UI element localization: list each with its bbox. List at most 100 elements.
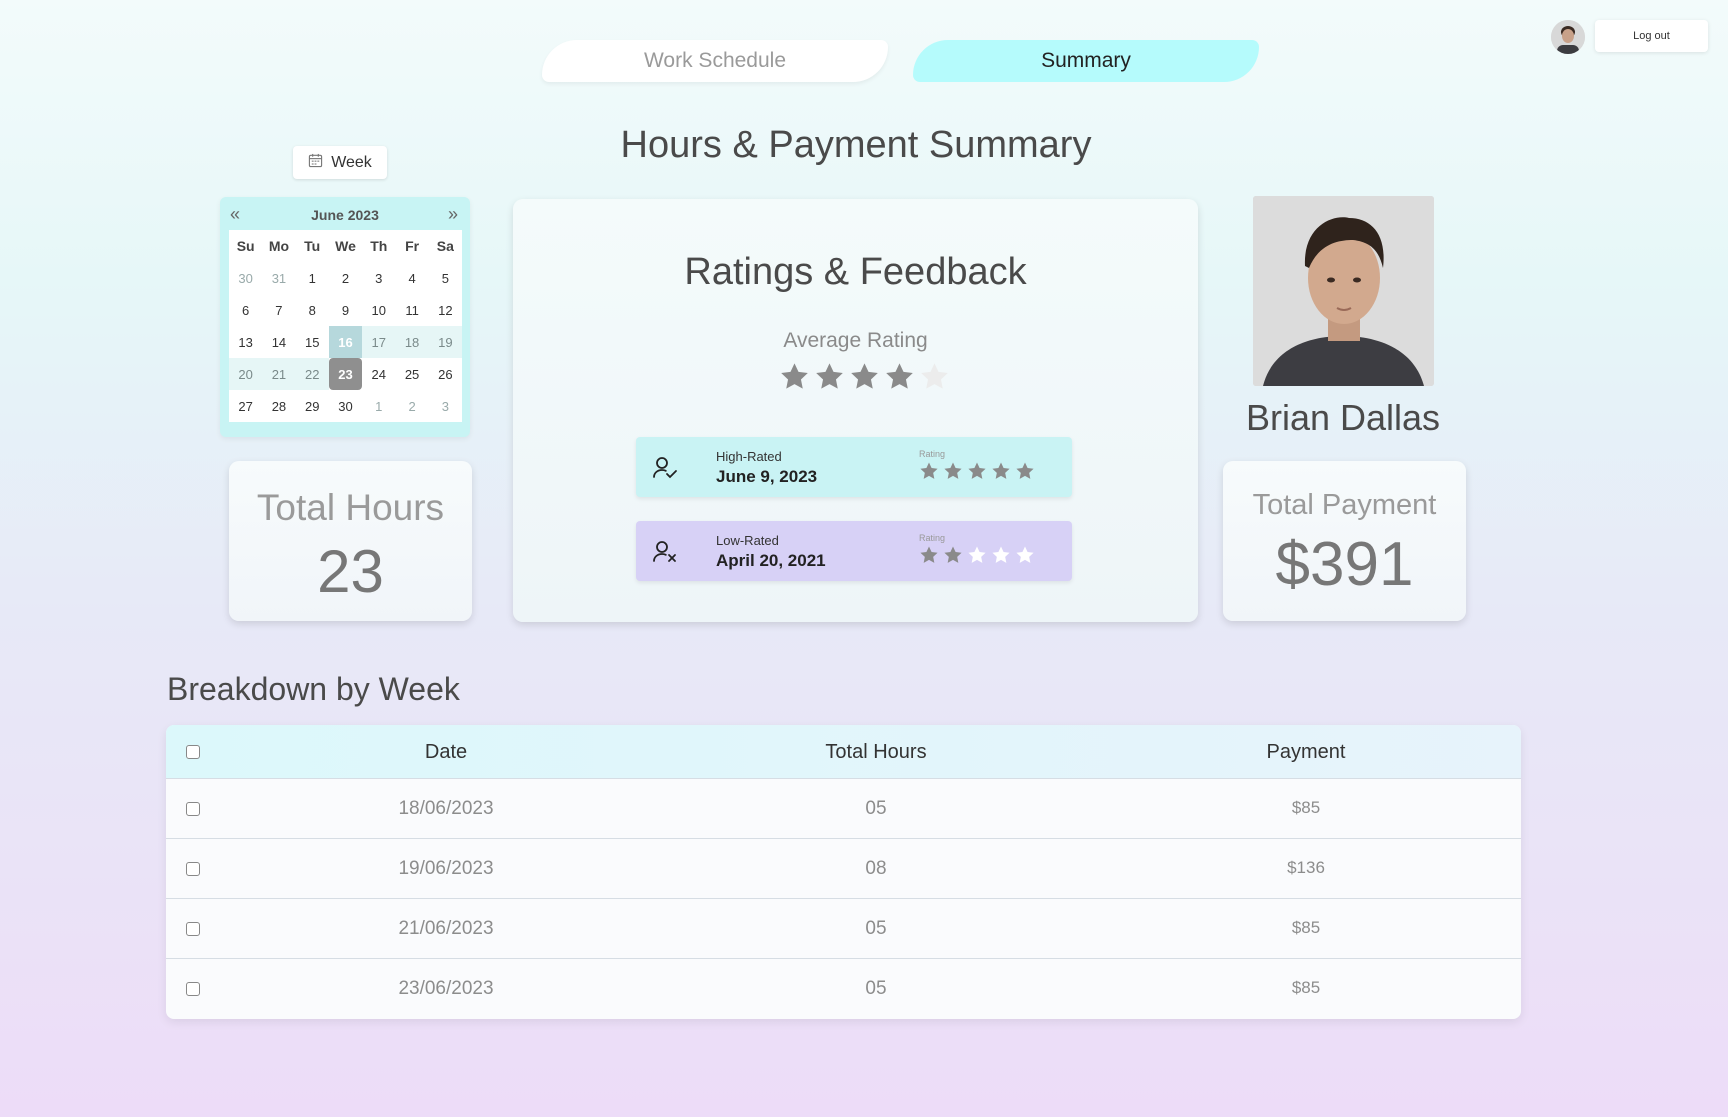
star-filled-icon <box>943 545 963 570</box>
calendar-day[interactable]: 11 <box>395 294 428 326</box>
next-month-icon[interactable]: » <box>448 204 458 225</box>
high-rated-card[interactable]: High-Rated June 9, 2023 Rating <box>636 437 1072 497</box>
table-row[interactable]: 18/06/2023 05 $85 <box>166 779 1521 839</box>
row-hours: 08 <box>865 858 887 879</box>
week-button-label: Week <box>331 153 372 171</box>
page-title: Hours & Payment Summary <box>620 124 1092 166</box>
calendar-day[interactable]: 27 <box>229 390 262 422</box>
low-rated-date: April 20, 2021 <box>716 551 826 570</box>
row-hours: 05 <box>865 918 887 939</box>
calendar-day[interactable]: 18 <box>395 326 429 358</box>
week-button[interactable]: Week <box>293 146 387 179</box>
calendar-day[interactable]: 30 <box>229 262 262 294</box>
calendar-day[interactable]: 2 <box>329 262 362 294</box>
calendar-day[interactable]: 6 <box>229 294 262 326</box>
tab-summary[interactable]: Summary <box>913 40 1259 82</box>
calendar-day[interactable]: 30 <box>329 390 362 422</box>
high-rated-label: High-Rated <box>716 449 782 464</box>
total-payment-card: Total Payment $391 <box>1223 461 1466 621</box>
table-row[interactable]: 21/06/2023 05 $85 <box>166 899 1521 959</box>
star-filled-icon <box>967 461 987 486</box>
calendar-day[interactable]: 13 <box>229 326 262 358</box>
calendar-day[interactable]: 25 <box>395 358 428 390</box>
calendar-day-header: Th <box>370 238 388 254</box>
calendar-day[interactable]: 21 <box>262 358 296 390</box>
star-empty-icon <box>1015 545 1035 570</box>
calendar-day[interactable]: 29 <box>296 390 329 422</box>
row-hours: 05 <box>865 798 887 819</box>
low-rated-card[interactable]: Low-Rated April 20, 2021 Rating <box>636 521 1072 581</box>
row-date: 19/06/2023 <box>398 858 494 879</box>
calendar-day[interactable]: 1 <box>362 390 395 422</box>
breakdown-table: Date Total Hours Payment 18/06/2023 05 $… <box>166 725 1521 1019</box>
calendar-day[interactable]: 4 <box>395 262 428 294</box>
calendar-day-header: Fr <box>405 238 420 254</box>
calendar-day[interactable]: 24 <box>362 358 395 390</box>
star-filled-icon <box>814 361 845 397</box>
calendar-day[interactable]: 14 <box>262 326 295 358</box>
row-checkbox[interactable] <box>186 802 200 816</box>
row-date: 18/06/2023 <box>398 798 494 819</box>
high-rating-stars <box>919 461 1035 486</box>
total-payment-label: Total Payment <box>1252 489 1437 521</box>
star-filled-icon <box>884 361 915 397</box>
calendar-day[interactable]: 3 <box>429 390 462 422</box>
calendar-day[interactable]: 9 <box>329 294 362 326</box>
profile-photo <box>1253 196 1434 386</box>
calendar-day[interactable]: 3 <box>362 262 395 294</box>
calendar-day-header: Sa <box>436 238 454 254</box>
table-row[interactable]: 19/06/2023 08 $136 <box>166 839 1521 899</box>
star-empty-icon <box>991 545 1011 570</box>
calendar-day[interactable]: 22 <box>295 358 329 390</box>
star-filled-icon <box>1015 461 1035 486</box>
select-all-checkbox[interactable] <box>186 745 200 759</box>
star-filled-icon <box>991 461 1011 486</box>
calendar-day[interactable]: 1 <box>296 262 329 294</box>
row-payment: $85 <box>1291 978 1321 997</box>
row-checkbox[interactable] <box>186 862 200 876</box>
breakdown-title: Breakdown by Week <box>167 671 460 707</box>
column-header-total-hours: Total Hours <box>825 741 927 763</box>
high-rating-label: Rating <box>919 449 946 459</box>
high-rated-date: June 9, 2023 <box>716 467 818 486</box>
calendar-day[interactable]: 15 <box>296 326 329 358</box>
calendar-day[interactable]: 12 <box>429 294 462 326</box>
tab-work-schedule[interactable]: Work Schedule <box>542 40 888 82</box>
ratings-feedback-panel: Ratings & Feedback Average Rating High-R… <box>513 199 1198 622</box>
date-range-calendar: « June 2023 » Su Mo Tu We Th Fr Sa 30 31 1 2 3 4 5 6 7 8… <box>220 197 470 437</box>
row-payment: $136 <box>1287 858 1325 877</box>
star-empty-icon <box>967 545 987 570</box>
star-filled-icon <box>849 361 880 397</box>
calendar-day[interactable]: 10 <box>362 294 395 326</box>
total-hours-value: 23 <box>317 538 384 605</box>
row-checkbox[interactable] <box>186 922 200 936</box>
calendar-day-header: Su <box>236 238 255 254</box>
calendar-month-label: June 2023 <box>311 207 379 223</box>
calendar-grid: Su Mo Tu We Th Fr Sa 30 31 1 2 3 4 5 6 7 8 9 10 11 12 13 14 15 1… <box>229 230 462 422</box>
total-hours-card: Total Hours 23 <box>229 461 472 621</box>
calendar-icon <box>308 153 323 173</box>
calendar-day-header: We <box>335 238 356 254</box>
star-filled-icon <box>779 361 810 397</box>
calendar-day[interactable]: 20 <box>229 358 263 390</box>
calendar-day[interactable]: 28 <box>262 390 295 422</box>
calendar-day[interactable]: 8 <box>296 294 329 326</box>
calendar-day[interactable]: 2 <box>395 390 428 422</box>
average-rating-label: Average Rating <box>783 329 928 352</box>
total-payment-value: $391 <box>1275 530 1414 599</box>
logout-button[interactable]: Log out <box>1595 20 1708 52</box>
row-checkbox[interactable] <box>186 982 200 996</box>
calendar-day[interactable]: 31 <box>262 262 295 294</box>
calendar-day[interactable]: 7 <box>262 294 295 326</box>
calendar-day[interactable]: 16 <box>328 326 363 358</box>
calendar-day[interactable]: 26 <box>429 358 462 390</box>
row-date: 21/06/2023 <box>398 918 494 939</box>
row-date: 23/06/2023 <box>398 978 494 999</box>
table-row[interactable]: 23/06/2023 05 $85 <box>166 959 1521 1019</box>
calendar-day[interactable]: 19 <box>428 326 462 358</box>
calendar-day[interactable]: 5 <box>429 262 462 294</box>
user-avatar[interactable] <box>1551 20 1585 54</box>
calendar-day[interactable]: 17 <box>362 326 396 358</box>
calendar-day[interactable]: 23 <box>328 358 363 390</box>
low-rating-stars <box>919 545 1035 570</box>
